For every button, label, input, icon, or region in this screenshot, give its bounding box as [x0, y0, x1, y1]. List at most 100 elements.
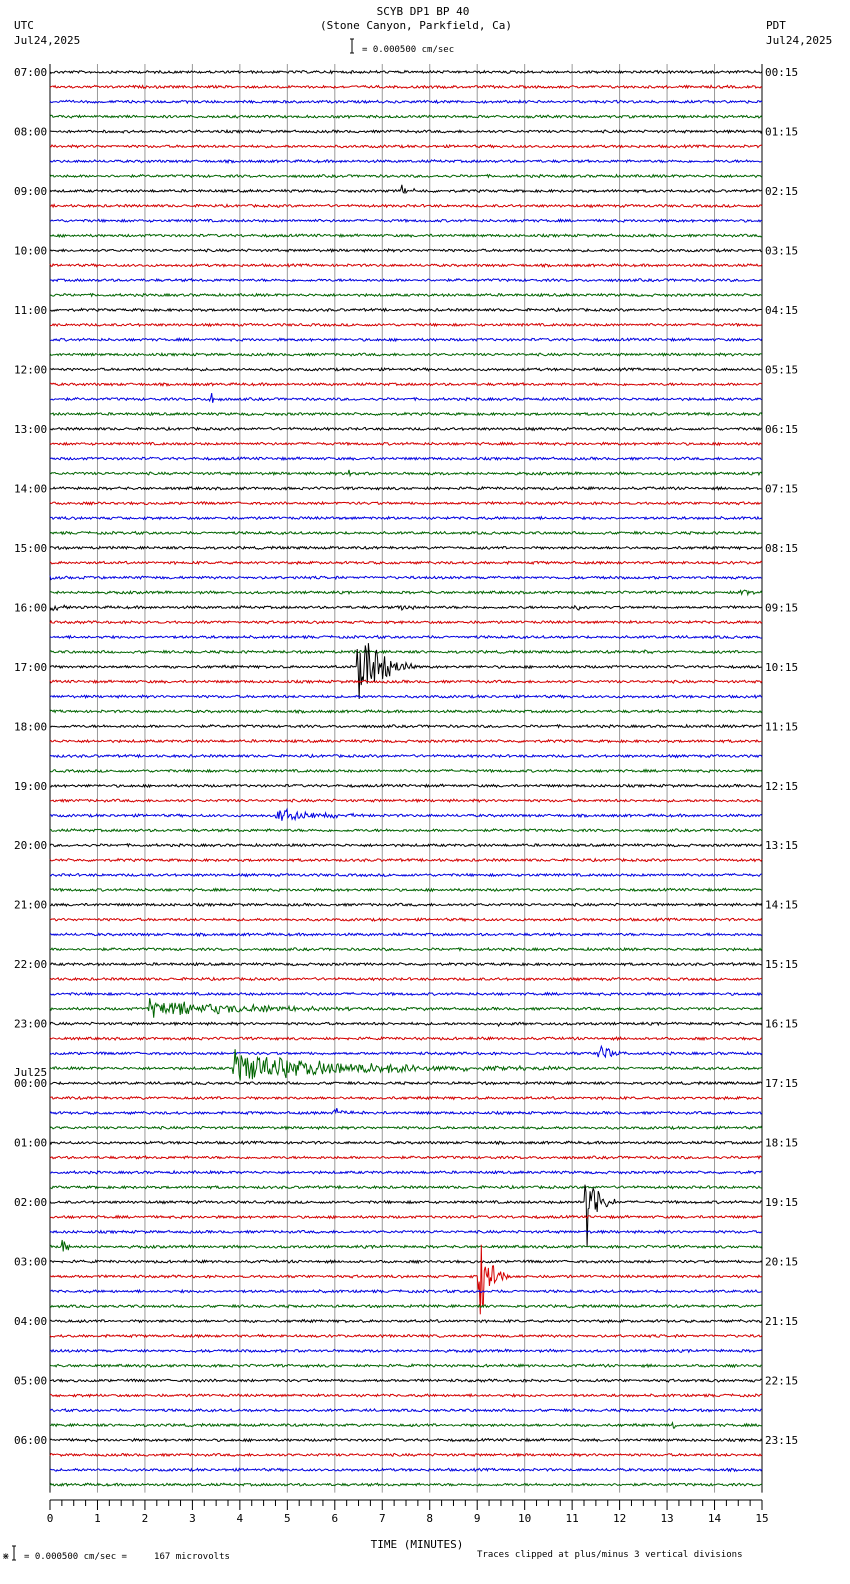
trace-50 [49, 807, 763, 822]
trace-54 [49, 872, 763, 878]
trace-72 [49, 1140, 763, 1146]
right-time-label: 08:15 [765, 542, 798, 555]
x-tick-label: 5 [284, 1512, 291, 1525]
trace-2 [49, 99, 763, 105]
right-time-label: 21:15 [765, 1315, 798, 1328]
trace-7 [49, 173, 763, 179]
trace-55 [49, 887, 763, 893]
trace-48 [49, 783, 763, 789]
trace-69 [50, 1095, 763, 1101]
trace-32 [49, 545, 763, 551]
trace-28 [49, 485, 763, 491]
scale-label: = 0.000500 cm/sec [362, 45, 454, 55]
right-time-label: 07:15 [765, 482, 798, 495]
trace-93 [49, 1452, 763, 1458]
left-time-label: 22:00 [14, 958, 47, 971]
x-tick-label: 1 [94, 1512, 101, 1525]
footer-scale-prefix: ⋇ [2, 1552, 10, 1562]
trace-57 [49, 917, 763, 923]
right-time-label: 03:15 [765, 244, 798, 257]
left-timezone: UTC [14, 19, 34, 32]
left-time-label: 01:00 [14, 1137, 47, 1150]
x-tick-label: 7 [379, 1512, 386, 1525]
trace-82 [49, 1288, 763, 1294]
trace-18 [49, 337, 763, 343]
trace-53 [49, 857, 763, 863]
trace-83 [49, 1303, 763, 1309]
trace-30 [49, 515, 763, 521]
left-time-label: 05:00 [14, 1375, 47, 1388]
trace-17 [49, 322, 763, 328]
trace-15 [49, 292, 763, 298]
left-time-label: 02:00 [14, 1196, 47, 1209]
trace-3 [49, 114, 763, 120]
trace-42 [49, 693, 763, 700]
x-tick-label: 9 [474, 1512, 481, 1525]
trace-26 [49, 456, 763, 462]
right-time-label: 05:15 [765, 363, 798, 376]
x-tick-label: 14 [708, 1512, 722, 1525]
trace-86 [49, 1348, 763, 1354]
right-time-label: 06:15 [765, 423, 798, 436]
left-time-label: 07:00 [14, 66, 47, 79]
trace-41 [49, 679, 763, 685]
x-tick-label: 0 [47, 1512, 54, 1525]
trace-94 [49, 1467, 763, 1473]
trace-80 [49, 1259, 763, 1265]
trace-47 [49, 768, 763, 774]
trace-75 [49, 1184, 763, 1190]
trace-36 [49, 604, 763, 612]
left-time-label: 00:00 [14, 1077, 47, 1090]
trace-39 [49, 649, 763, 655]
right-time-label: 02:15 [765, 185, 798, 198]
seismogram-plot: SCYB DP1 BP 40 (Stone Canyon, Parkfield,… [2, 5, 832, 1562]
left-time-label: 21:00 [14, 899, 47, 912]
trace-14 [49, 277, 763, 283]
right-time-label: 01:15 [765, 125, 798, 138]
trace-31 [49, 530, 763, 536]
trace-11 [49, 233, 763, 239]
trace-63 [49, 998, 763, 1018]
trace-33 [49, 560, 763, 566]
trace-1 [49, 84, 763, 90]
trace-91 [49, 1421, 763, 1429]
trace-62 [49, 991, 763, 997]
right-time-label: 09:15 [765, 601, 798, 614]
left-time-label: 03:00 [14, 1256, 47, 1269]
trace-4 [49, 128, 763, 135]
trace-85 [49, 1333, 763, 1339]
chart-subtitle: (Stone Canyon, Parkfield, Ca) [320, 19, 512, 32]
trace-16 [49, 307, 763, 313]
trace-70 [49, 1107, 763, 1116]
trace-27 [49, 469, 763, 478]
right-time-label: 18:15 [765, 1137, 798, 1150]
trace-21 [49, 381, 763, 387]
right-time-label: 10:15 [765, 661, 798, 674]
x-tick-label: 4 [237, 1512, 244, 1525]
right-time-label: 23:15 [765, 1434, 798, 1447]
left-time-label: 09:00 [14, 185, 47, 198]
trace-84 [49, 1318, 763, 1324]
trace-35 [49, 589, 763, 597]
right-time-label: 19:15 [765, 1196, 798, 1209]
trace-60 [49, 961, 763, 967]
trace-78 [49, 1229, 763, 1235]
x-tick-label: 10 [518, 1512, 531, 1525]
right-time-label: 15:15 [765, 958, 798, 971]
trace-74 [50, 1169, 763, 1175]
x-tick-label: 3 [189, 1512, 196, 1525]
trace-88 [50, 1378, 763, 1384]
left-date: Jul24,2025 [14, 34, 80, 47]
trace-64 [49, 1021, 763, 1028]
trace-90 [49, 1407, 762, 1413]
trace-49 [49, 798, 762, 804]
x-tick-label: 11 [566, 1512, 579, 1525]
trace-77 [49, 1214, 763, 1220]
right-time-label: 20:15 [765, 1256, 798, 1269]
right-time-label: 00:15 [765, 66, 798, 79]
trace-9 [49, 203, 763, 209]
trace-0 [49, 69, 763, 75]
right-time-label: 16:15 [765, 1018, 798, 1031]
left-time-label: 18:00 [14, 720, 47, 733]
trace-37 [49, 619, 763, 625]
